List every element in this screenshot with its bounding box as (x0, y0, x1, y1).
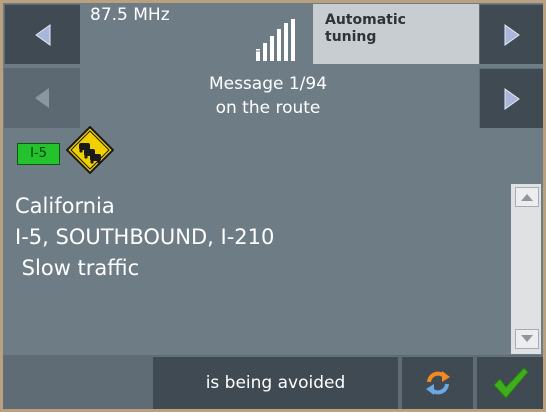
confirm-button[interactable] (477, 356, 543, 409)
refresh-button[interactable] (402, 356, 473, 409)
scroll-down-icon (521, 335, 533, 342)
scroll-up-button[interactable] (515, 187, 539, 207)
traffic-message-panel: 87.5 MHz Automatic tuning Message 1/94 o (3, 3, 543, 409)
event-details: California I-5, SOUTHBOUND, I-210 Slow t… (15, 191, 274, 284)
arrow-right-icon (504, 23, 520, 46)
navigation-screen: 87.5 MHz Automatic tuning Message 1/94 o (0, 0, 546, 412)
event-location: California (15, 194, 115, 218)
signal-strength-icon (256, 19, 295, 61)
scroll-up-icon (521, 194, 533, 201)
arrow-right-icon (504, 87, 520, 110)
tuning-mode-line1: Automatic (325, 12, 406, 28)
scroll-down-button[interactable] (515, 329, 539, 349)
arrow-left-icon (34, 23, 50, 46)
tuning-mode-panel[interactable]: Automatic tuning (313, 4, 479, 64)
road-shield-badge: I-5 (17, 143, 60, 165)
checkmark-icon (493, 367, 529, 399)
message-scope: on the route (215, 98, 321, 118)
arrow-left-icon (35, 88, 49, 108)
previous-station-button[interactable] (4, 4, 80, 64)
previous-message-button[interactable] (4, 68, 80, 128)
event-road: I-5, SOUTHBOUND, I-210 (15, 225, 275, 249)
next-station-button[interactable] (479, 4, 543, 64)
avoid-status-button[interactable]: is being avoided (153, 356, 398, 409)
tuning-mode-line2: tuning (325, 29, 377, 45)
message-counter: Message 1/94 (208, 74, 328, 94)
next-message-button[interactable] (479, 68, 543, 128)
event-description: Slow traffic (15, 256, 140, 280)
refresh-icon (425, 371, 450, 395)
frequency-label: 87.5 MHz (90, 5, 170, 25)
avoid-status-label: is being avoided (205, 373, 346, 393)
traffic-jam-warning-icon (66, 126, 114, 174)
